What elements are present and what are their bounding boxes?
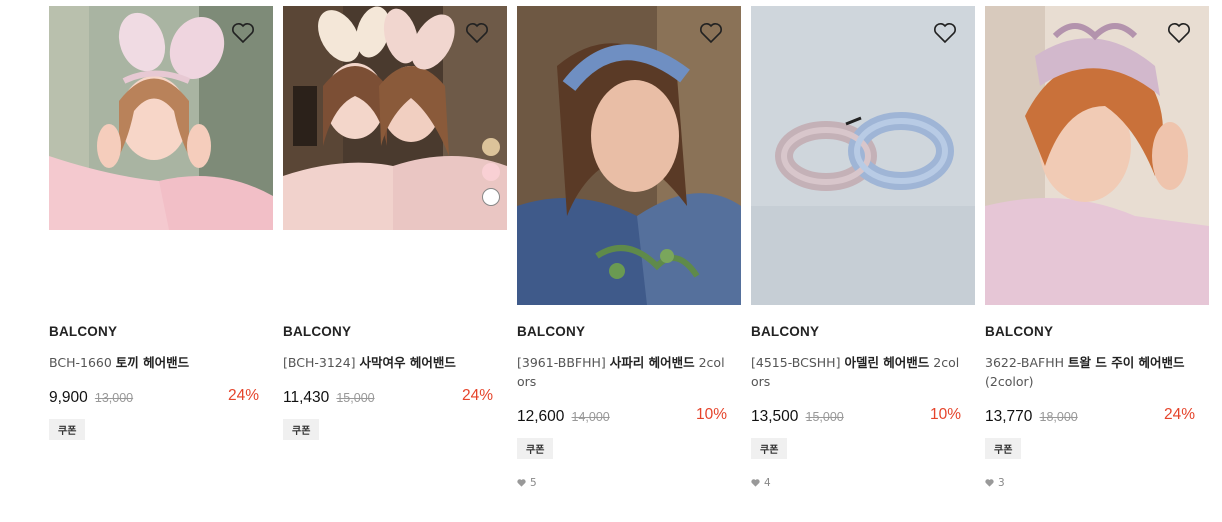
sale-price: 11,430 (283, 389, 330, 406)
price-row: 12,600 14,000 10% (517, 406, 741, 426)
product-info: BALCONY [BCH-3124] 사막여우 헤어밴드 11,430 15,0… (283, 324, 507, 440)
coupon-badge: 쿠폰 (49, 419, 86, 440)
product-info: BALCONY [4515-BCSHH] 아델린 헤어밴드 2colors 13… (751, 324, 975, 489)
sale-price: 9,900 (49, 389, 88, 406)
product-image[interactable] (751, 6, 975, 305)
brand-name[interactable]: BALCONY (751, 324, 975, 339)
heart-filled-icon (751, 479, 760, 487)
product-name: 토끼 헤어밴드 (115, 355, 190, 370)
like-count: 3 (985, 477, 1209, 489)
price-row: 9,900 13,000 24% (49, 387, 273, 407)
product-code: 3622-BAFHH (985, 355, 1064, 370)
product-image[interactable] (517, 6, 741, 305)
product-title[interactable]: 3622-BAFHH 트왈 드 주이 헤어밴드 (2color) (985, 353, 1199, 391)
original-price: 18,000 (1039, 410, 1078, 424)
product-image[interactable] (283, 6, 507, 230)
product-card[interactable]: BALCONY BCH-1660 토끼 헤어밴드 9,900 13,000 24… (49, 6, 273, 440)
product-info: BALCONY 3622-BAFHH 트왈 드 주이 헤어밴드 (2color)… (985, 324, 1209, 489)
sale-price: 13,500 (751, 408, 799, 425)
like-count: 5 (517, 477, 741, 489)
product-suffix: (2color) (985, 374, 1034, 389)
discount-rate: 24% (227, 387, 259, 404)
wishlist-heart-icon[interactable] (933, 22, 957, 44)
like-count-value: 5 (530, 477, 537, 489)
color-swatch-white[interactable] (482, 188, 500, 206)
price-row: 11,430 15,000 24% (283, 387, 507, 407)
product-title[interactable]: [BCH-3124] 사막여우 헤어밴드 (283, 353, 497, 372)
product-card[interactable]: BALCONY [3961-BBFHH] 사파리 헤어밴드 2colors 12… (517, 6, 741, 489)
product-card[interactable]: BALCONY [BCH-3124] 사막여우 헤어밴드 11,430 15,0… (283, 6, 507, 440)
like-count: 4 (751, 477, 975, 489)
wishlist-heart-icon[interactable] (465, 22, 489, 44)
product-code: [3961-BBFHH] (517, 355, 606, 370)
discount-rate: 10% (929, 406, 961, 423)
color-swatches (482, 138, 504, 213)
product-title[interactable]: BCH-1660 토끼 헤어밴드 (49, 353, 263, 372)
product-info: BALCONY BCH-1660 토끼 헤어밴드 9,900 13,000 24… (49, 324, 273, 440)
product-code: BCH-1660 (49, 355, 112, 370)
original-price: 13,000 (94, 391, 134, 405)
product-code: [4515-BCSHH] (751, 355, 841, 370)
brand-name[interactable]: BALCONY (49, 324, 273, 339)
brand-name[interactable]: BALCONY (517, 324, 741, 339)
wishlist-heart-icon[interactable] (1167, 22, 1191, 44)
coupon-badge: 쿠폰 (283, 419, 320, 440)
like-count-value: 4 (764, 477, 771, 489)
price-row: 13,500 15,000 10% (751, 406, 975, 426)
product-image[interactable] (49, 6, 273, 230)
product-info: BALCONY [3961-BBFHH] 사파리 헤어밴드 2colors 12… (517, 324, 741, 489)
coupon-badge: 쿠폰 (517, 438, 554, 459)
product-title[interactable]: [4515-BCSHH] 아델린 헤어밴드 2colors (751, 353, 965, 391)
discount-rate: 24% (461, 387, 493, 404)
product-name: 트왈 드 주이 헤어밴드 (1067, 355, 1185, 370)
product-name: 사파리 헤어밴드 (609, 355, 695, 370)
product-card[interactable]: BALCONY 3622-BAFHH 트왈 드 주이 헤어밴드 (2color)… (985, 6, 1209, 489)
color-swatch-beige[interactable] (482, 138, 500, 156)
product-title[interactable]: [3961-BBFHH] 사파리 헤어밴드 2colors (517, 353, 731, 391)
discount-rate: 10% (695, 406, 727, 423)
price-row: 13,770 18,000 24% (985, 406, 1209, 426)
product-image[interactable] (985, 6, 1209, 305)
product-code: [BCH-3124] (283, 355, 356, 370)
brand-name[interactable]: BALCONY (283, 324, 507, 339)
heart-filled-icon (985, 479, 994, 487)
sale-price: 12,600 (517, 408, 565, 425)
coupon-badge: 쿠폰 (985, 438, 1022, 459)
discount-rate: 24% (1163, 406, 1195, 423)
original-price: 14,000 (571, 410, 610, 424)
product-card[interactable]: BALCONY [4515-BCSHH] 아델린 헤어밴드 2colors 13… (751, 6, 975, 489)
product-name: 사막여우 헤어밴드 (359, 355, 456, 370)
coupon-badge: 쿠폰 (751, 438, 788, 459)
sale-price: 13,770 (985, 408, 1033, 425)
color-swatch-pink[interactable] (482, 163, 500, 181)
original-price: 15,000 (336, 391, 375, 405)
heart-filled-icon (517, 479, 526, 487)
product-name: 아델린 헤어밴드 (844, 355, 930, 370)
wishlist-heart-icon[interactable] (231, 22, 255, 44)
brand-name[interactable]: BALCONY (985, 324, 1209, 339)
wishlist-heart-icon[interactable] (699, 22, 723, 44)
original-price: 15,000 (805, 410, 844, 424)
like-count-value: 3 (998, 477, 1005, 489)
